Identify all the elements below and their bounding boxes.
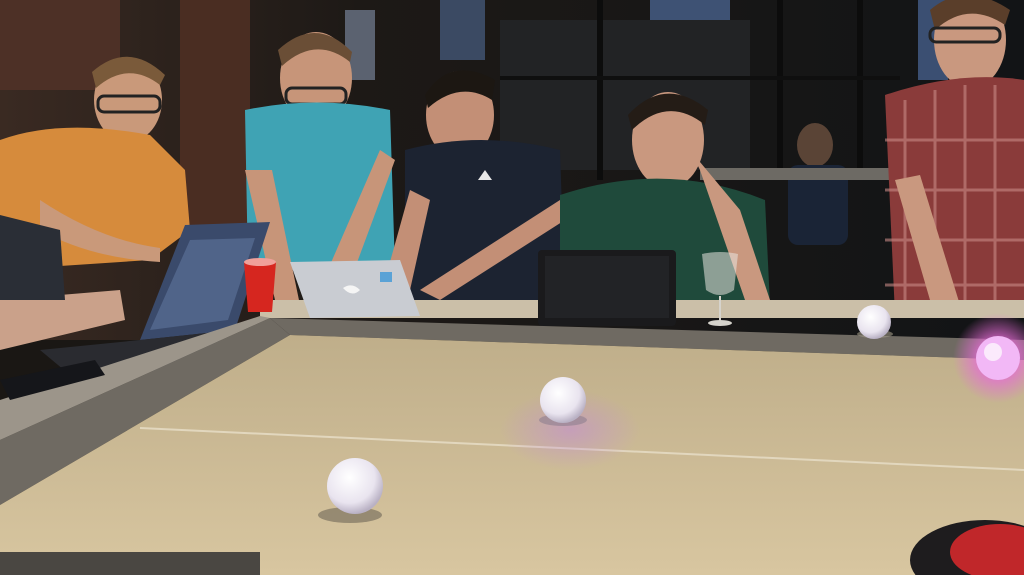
brick-pillar <box>180 0 250 240</box>
photo-scene <box>0 0 1024 575</box>
red-cup <box>244 258 276 312</box>
laptop-black <box>538 250 676 326</box>
sphero-ball-center <box>539 377 587 426</box>
table-front-edge <box>0 552 260 575</box>
background-desk <box>700 168 900 180</box>
sphero-ball-pink-glow <box>976 336 1020 380</box>
laptop-silver <box>290 260 420 318</box>
photo-canvas <box>0 0 1024 575</box>
